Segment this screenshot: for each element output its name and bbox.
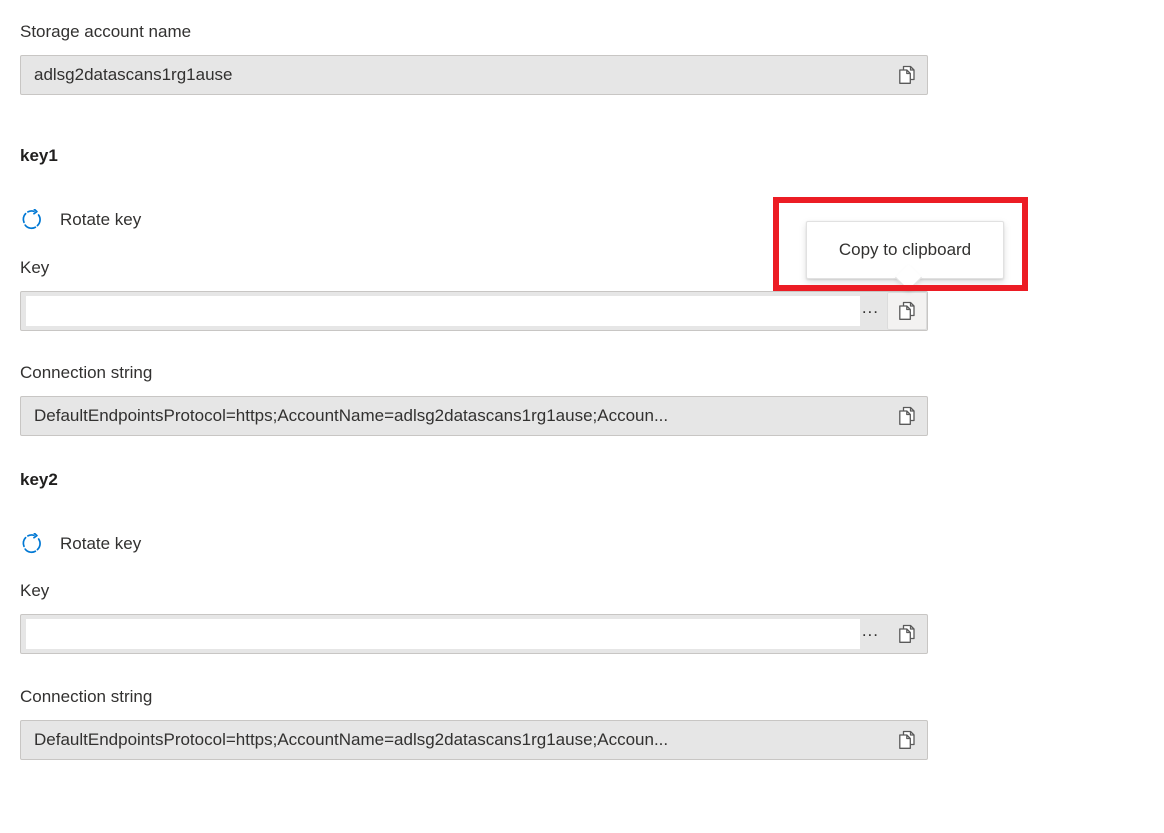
key2-connection-string-label: Connection string [20, 686, 152, 708]
key2-rotate-key-button[interactable]: Rotate key [20, 532, 141, 556]
copy-storage-account-name-button[interactable] [887, 56, 927, 94]
key1-key-field: ... [20, 291, 928, 331]
rotate-icon [20, 208, 44, 232]
copy-icon [898, 730, 916, 750]
copy-to-clipboard-tooltip: Copy to clipboard [806, 221, 1004, 279]
copy-icon [898, 65, 916, 85]
key1-heading: key1 [20, 145, 58, 167]
storage-account-name-value: adlsg2datascans1rg1ause [21, 64, 887, 86]
copy-key1-key-button[interactable] [887, 292, 927, 330]
key1-rotate-key-label: Rotate key [60, 209, 141, 231]
copy-key1-connection-string-button[interactable] [887, 397, 927, 435]
keys-panel: Storage account name adlsg2datascans1rg1… [0, 0, 1164, 833]
key2-key-label: Key [20, 580, 49, 602]
key2-heading: key2 [20, 469, 58, 491]
key2-key-input[interactable] [26, 619, 860, 649]
key1-rotate-key-button[interactable]: Rotate key [20, 208, 141, 232]
copy-key2-connection-string-button[interactable] [887, 721, 927, 759]
key2-rotate-key-label: Rotate key [60, 533, 141, 555]
key1-key-label: Key [20, 257, 49, 279]
storage-account-name-field: adlsg2datascans1rg1ause [20, 55, 928, 95]
storage-account-name-label: Storage account name [20, 21, 191, 43]
key1-key-input[interactable] [26, 296, 860, 326]
key2-key-mask-dots: ... [860, 626, 887, 642]
copy-to-clipboard-tooltip-text: Copy to clipboard [821, 239, 989, 261]
copy-key2-key-button[interactable] [887, 615, 927, 653]
copy-icon [898, 406, 916, 426]
key2-key-field: ... [20, 614, 928, 654]
key2-connection-string-field: DefaultEndpointsProtocol=https;AccountNa… [20, 720, 928, 760]
key1-connection-string-value: DefaultEndpointsProtocol=https;AccountNa… [21, 405, 887, 427]
key2-connection-string-value: DefaultEndpointsProtocol=https;AccountNa… [21, 729, 887, 751]
copy-icon [898, 624, 916, 644]
key1-key-mask-dots: ... [860, 303, 887, 319]
key1-connection-string-label: Connection string [20, 362, 152, 384]
key1-connection-string-field: DefaultEndpointsProtocol=https;AccountNa… [20, 396, 928, 436]
rotate-icon [20, 532, 44, 556]
copy-icon [898, 301, 916, 321]
tooltip-arrow-icon [895, 264, 922, 291]
